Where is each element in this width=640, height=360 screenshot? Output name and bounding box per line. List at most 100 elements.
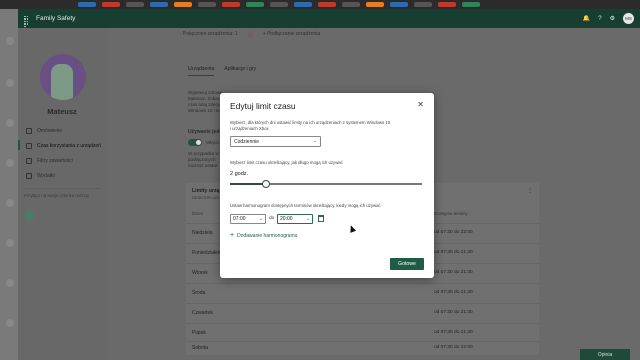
feedback-button[interactable]: Opinia (580, 349, 630, 360)
multi-device-text: W przypadku w podłączonych możesz ustawi (188, 151, 219, 169)
day-name: Środa (192, 290, 206, 296)
time-range: od 07:30 do 21:30 (434, 250, 473, 255)
time-range: od 07:30 do 21:30 (434, 330, 473, 335)
to-time-value: 20:00 (280, 216, 293, 222)
browser-tab[interactable] (102, 2, 120, 7)
duration-description: Wybierz limit czasu określający, jak dłu… (230, 160, 343, 165)
day-name: Sobota (192, 345, 208, 351)
time-range: od 07:30 do 21:30 (434, 310, 473, 315)
close-icon[interactable]: ✕ (417, 100, 424, 109)
days-select[interactable]: Codziennie ⌄ (230, 136, 321, 147)
connected-devices-link[interactable]: Połączone urządzenia: 1 (183, 31, 238, 38)
avatar[interactable] (6, 79, 14, 87)
app-launcher-icon[interactable] (24, 15, 30, 27)
browser-tab[interactable] (78, 2, 96, 7)
browser-tab[interactable] (174, 2, 192, 7)
browser-tab[interactable] (318, 2, 336, 7)
spending-icon (26, 173, 32, 179)
chevron-down-icon: ⌄ (312, 138, 317, 144)
edit-time-limit-dialog: Edytuj limit czasu ✕ Wybierz, dla któryc… (220, 93, 434, 278)
day-name: Piątek (192, 330, 206, 336)
avatar[interactable] (6, 239, 14, 247)
table-row[interactable]: Czwartek od 07:30 do 21:30 (186, 303, 539, 323)
day-name: Wtorek (192, 270, 208, 276)
sidebar-item-spending[interactable]: Wydatki (26, 173, 55, 179)
time-range: od 07:30 do 21:30 (434, 270, 473, 275)
avatar[interactable] (6, 159, 14, 167)
to-label: do (269, 216, 275, 221)
connect-device-link[interactable]: + Podłączanie urządzenia (263, 31, 320, 38)
app-header: Family Safety 🔔 ? ⚙ MS (18, 9, 640, 28)
from-time-value: 07:00 (233, 216, 246, 222)
avatar[interactable] (6, 279, 14, 287)
days-select-value: Codziennie (234, 138, 260, 145)
browser-tab[interactable] (390, 2, 408, 7)
duration-slider-fill (230, 183, 267, 185)
browser-tab[interactable] (294, 2, 312, 7)
notifications-icon[interactable]: 🔔 (583, 15, 590, 22)
avatar[interactable] (6, 319, 14, 327)
llama-avatar-icon (51, 64, 73, 100)
screen-time-icon (26, 143, 32, 149)
column-header-available: Dostępne terminy (434, 211, 468, 216)
add-schedule-link[interactable]: + Dodawanie harmonogramu (230, 232, 297, 239)
browser-tab[interactable] (366, 2, 384, 7)
browser-tab[interactable] (126, 2, 144, 7)
filter-icon (26, 158, 32, 164)
time-range: od 07:30 do 22:00 (434, 230, 473, 235)
time-range: od 07:30 do 21:30 (434, 290, 473, 295)
help-icon[interactable]: ? (598, 16, 601, 22)
avatar[interactable] (6, 199, 14, 207)
sidebar-item-overview[interactable]: Omówienie (26, 128, 62, 134)
tabs: Urządzenia Aplikacje i gry (188, 66, 256, 76)
overview-icon (26, 128, 32, 134)
tab-devices[interactable]: Urządzenia (188, 66, 215, 76)
card-subtitle: DESKTOP-0ZZ (192, 195, 220, 200)
days-description: Wybierz, dla których dni ustawić limity … (230, 120, 391, 131)
browser-tab[interactable] (150, 2, 168, 7)
sidebar-item-label: Czas korzystania z urządzeń (37, 143, 101, 149)
table-row[interactable]: Środa od 07:30 do 21:30 (186, 283, 539, 303)
day-name: Niedziela (192, 230, 213, 236)
tab-apps-games[interactable]: Aplikacje i gry (224, 66, 256, 76)
sidebar-item-filters[interactable]: Filtry zawartości (26, 158, 73, 164)
browser-tab[interactable] (438, 2, 456, 7)
add-member-note[interactable]: Przyłącz na swoje członka rodziny (24, 193, 100, 199)
duration-slider-thumb[interactable] (262, 179, 271, 188)
chevron-down-icon: ⌄ (258, 216, 263, 222)
avatar[interactable] (6, 119, 14, 127)
table-row[interactable]: Piątek od 07:30 do 21:30 (186, 323, 539, 343)
done-button[interactable]: Gotowe (390, 258, 424, 270)
avatar[interactable] (6, 37, 14, 45)
profile-name: Mateusz (47, 107, 77, 116)
active-indicator (18, 140, 20, 150)
info-icon: ⓘ (247, 32, 253, 38)
app-title: Family Safety (36, 15, 76, 22)
column-header-day: Dzień (192, 211, 203, 216)
browser-tab[interactable] (462, 2, 480, 7)
to-time-select[interactable]: 20:00 ⌄ (277, 214, 313, 224)
day-name: Czwartek (192, 310, 213, 316)
browser-tab[interactable] (246, 2, 264, 7)
browser-tab[interactable] (414, 2, 432, 7)
sidebar-item-screen-time[interactable]: Czas korzystania z urządzeń (26, 143, 101, 149)
browser-tab[interactable] (270, 2, 288, 7)
left-edge-strip (0, 9, 18, 360)
duration-value: 2 godz. (230, 171, 249, 177)
settings-icon[interactable]: ⚙ (610, 15, 615, 22)
time-range: od 07:30 do 22:00 (434, 345, 473, 350)
day-name: Poniedziałek (192, 250, 221, 256)
plus-icon: + (230, 232, 235, 239)
browser-tab[interactable] (222, 2, 240, 7)
divider (24, 188, 100, 189)
sidebar-item-label: Filtry zawartości (37, 158, 73, 164)
delete-icon[interactable] (318, 215, 324, 222)
one-schedule-toggle[interactable] (188, 139, 202, 146)
from-time-select[interactable]: 07:00 ⌄ (230, 214, 266, 224)
octopus-icon (24, 211, 34, 221)
more-options-icon[interactable]: ⋮ (527, 187, 533, 194)
browser-tab[interactable] (198, 2, 216, 7)
table-row[interactable]: Sobota od 07:30 do 22:00 (186, 341, 539, 355)
browser-tab[interactable] (342, 2, 360, 7)
user-avatar[interactable]: MS (623, 13, 634, 24)
